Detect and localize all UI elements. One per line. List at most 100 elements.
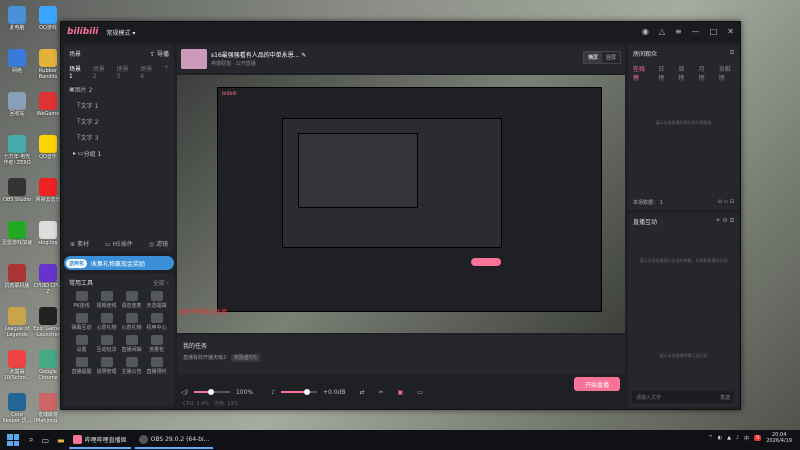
tool-item[interactable]: 弹幕互动: [69, 313, 94, 331]
camera-icon[interactable]: ▭: [417, 389, 423, 396]
maximize-icon[interactable]: □: [710, 27, 718, 36]
tool-item[interactable]: 主播公告: [119, 357, 144, 375]
desktop-icon[interactable]: slog.log: [33, 221, 63, 246]
desktop-icon[interactable]: Epic Games Launcher: [33, 307, 63, 338]
desktop-icon[interactable]: OBS Studio: [2, 178, 32, 203]
tool-item[interactable]: 流量包: [144, 335, 169, 353]
source-text-2[interactable]: T 文字 2: [69, 114, 169, 128]
tool-item[interactable]: 语音连麦: [119, 291, 144, 309]
tool-item[interactable]: 互动玩法: [94, 335, 119, 353]
tab-scene-1[interactable]: 场景1: [69, 64, 85, 80]
stream-title[interactable]: s16最强强看有人品的中单永恩... ✎: [211, 50, 306, 59]
tray-app-icon[interactable]: ◐: [718, 435, 722, 441]
tab-weekly[interactable]: 周榜: [678, 64, 688, 82]
audience-actions[interactable]: ⊙ ▭ ⊡: [718, 199, 734, 206]
landscape-button[interactable]: 横屏: [583, 52, 602, 63]
scene-source-image[interactable]: ▣ 图片 2: [69, 82, 169, 96]
tool-item[interactable]: 视频连线: [94, 291, 119, 309]
tab-scene-4[interactable]: 场景4: [140, 64, 156, 80]
reward-banner[interactable]: 送两包 收集礼物赢现金奖励: [64, 256, 174, 270]
tool-item[interactable]: 直播提醒: [69, 357, 94, 375]
antivirus-icon[interactable]: S: [754, 435, 762, 441]
mode-dropdown[interactable]: 常规模式 ▾: [106, 28, 135, 37]
taskbar-app-bilibili[interactable]: 哔哩哔哩直播姬: [68, 431, 131, 449]
ime-indicator[interactable]: 中: [744, 435, 749, 442]
live-preview[interactable]: bilibili 首先开场私信主播: [177, 75, 625, 333]
popout-icon[interactable]: ⧉: [730, 49, 734, 58]
minimize-icon[interactable]: —: [692, 27, 700, 36]
source-group[interactable]: ▸ ▭ 分组 1: [69, 146, 169, 160]
desktop-icon[interactable]: League of Legends: [2, 307, 32, 338]
tab-online[interactable]: 在线榜: [633, 64, 648, 82]
tool-item[interactable]: 天选福袋: [144, 291, 169, 309]
chat-input[interactable]: 请输入文字 发送: [632, 391, 734, 403]
send-button[interactable]: 发送: [720, 394, 730, 401]
desktop-icon[interactable]: CPUID CPU-Z: [33, 264, 63, 295]
task-view-icon[interactable]: ▭: [41, 436, 49, 445]
go-live-button[interactable]: 开始直播: [574, 377, 620, 391]
desktop-icon[interactable]: QQ音乐: [33, 135, 63, 160]
tool-icon: [150, 313, 163, 323]
taskbar-app-obs[interactable]: OBS 29.0.2 (64-bi...: [134, 431, 214, 449]
interaction-settings-icon[interactable]: ✦ ⚙ ⧉: [715, 217, 734, 226]
tools-more-link[interactable]: 全部 ›: [153, 278, 169, 287]
tab-daily[interactable]: 日榜: [658, 64, 668, 82]
tool-item[interactable]: 说明管理: [94, 357, 119, 375]
desktop-icon[interactable]: 回收站: [2, 92, 32, 117]
tray-expand-icon[interactable]: ^: [709, 435, 713, 441]
desktop-icon[interactable]: Core Keeper 饥...: [2, 393, 32, 424]
task-item[interactable]: 直播有效开播天级2 奖励金5元: [183, 354, 619, 362]
desktop-icon[interactable]: QQ游戏: [33, 6, 63, 31]
volume-tray-icon[interactable]: ♪: [736, 435, 739, 441]
desktop-icon[interactable]: 迅雷游戏加速: [2, 221, 32, 246]
desktop-icon[interactable]: WeGame: [33, 92, 63, 117]
cut-icon[interactable]: ✂: [379, 389, 384, 396]
tool-item[interactable]: 设置: [69, 335, 94, 353]
notification-icon[interactable]: △: [659, 27, 665, 36]
tool-item[interactable]: 机甲中心: [144, 313, 169, 331]
desktop-icon[interactable]: 网络: [2, 49, 32, 74]
tool-item[interactable]: 心愿礼物: [94, 313, 119, 331]
tool-item[interactable]: 心愿礼物: [119, 313, 144, 331]
swap-icon[interactable]: ⇄: [359, 389, 364, 396]
desktop-icon[interactable]: 饥荒联机版: [2, 264, 32, 289]
network-icon[interactable]: ▲: [727, 435, 731, 441]
source-text-1[interactable]: T 文字 1: [69, 98, 169, 112]
tab-contribution[interactable]: 贡献榜: [719, 64, 734, 82]
tool-icon: [75, 313, 88, 323]
record-icon[interactable]: ▣: [398, 389, 404, 396]
close-icon[interactable]: ✕: [727, 27, 734, 36]
source-text-3[interactable]: T 文字 3: [69, 130, 169, 144]
desktop-icon[interactable]: 七万年·电光作者! ZERO: [2, 135, 32, 166]
speaker-icon[interactable]: ◁): [181, 389, 188, 396]
desktop-icon[interactable]: Google Chrome: [33, 350, 63, 381]
desktop-icon[interactable]: 网易云音乐: [33, 178, 63, 203]
file-explorer-icon[interactable]: ▬: [57, 436, 65, 445]
material-button[interactable]: ⊕ 素材: [70, 239, 89, 248]
desktop-icon-label: 此电脑: [9, 25, 25, 31]
mic-slider[interactable]: [280, 389, 317, 395]
desktop-icon[interactable]: Rubber Bandits: [33, 49, 63, 80]
tool-item[interactable]: 直播预约: [144, 357, 169, 375]
desktop-icon[interactable]: 大富翁10(Schm...: [2, 350, 32, 381]
volume-slider[interactable]: [193, 389, 230, 395]
import-button[interactable]: ⇪ 导播: [150, 49, 169, 58]
search-icon[interactable]: ⌕: [29, 435, 33, 445]
h5-plugin-button[interactable]: ▭ H5插件: [105, 239, 133, 248]
tab-scene-2[interactable]: 场景2: [93, 64, 109, 80]
cover-thumbnail[interactable]: [181, 49, 207, 69]
desktop-icon[interactable]: 雀魂麻将 (Mahjong...: [33, 393, 63, 424]
mic-icon[interactable]: ♪: [271, 389, 275, 396]
filter-button[interactable]: ◎ 滤镜: [149, 239, 168, 248]
clock[interactable]: 20:04 2026/4/19: [766, 432, 792, 444]
tool-item[interactable]: 直播间抽: [119, 335, 144, 353]
portrait-button[interactable]: 竖屏: [602, 52, 620, 63]
tool-item[interactable]: PK连线: [69, 291, 94, 309]
tab-monthly[interactable]: 月榜: [699, 64, 709, 82]
avatar-icon[interactable]: ◉: [642, 27, 649, 36]
add-scene-button[interactable]: +: [164, 64, 169, 80]
menu-icon[interactable]: ≡: [675, 27, 682, 36]
desktop-icon[interactable]: 此电脑: [2, 6, 32, 31]
tab-scene-3[interactable]: 场景3: [116, 64, 132, 80]
windows-start-icon[interactable]: [7, 434, 19, 446]
